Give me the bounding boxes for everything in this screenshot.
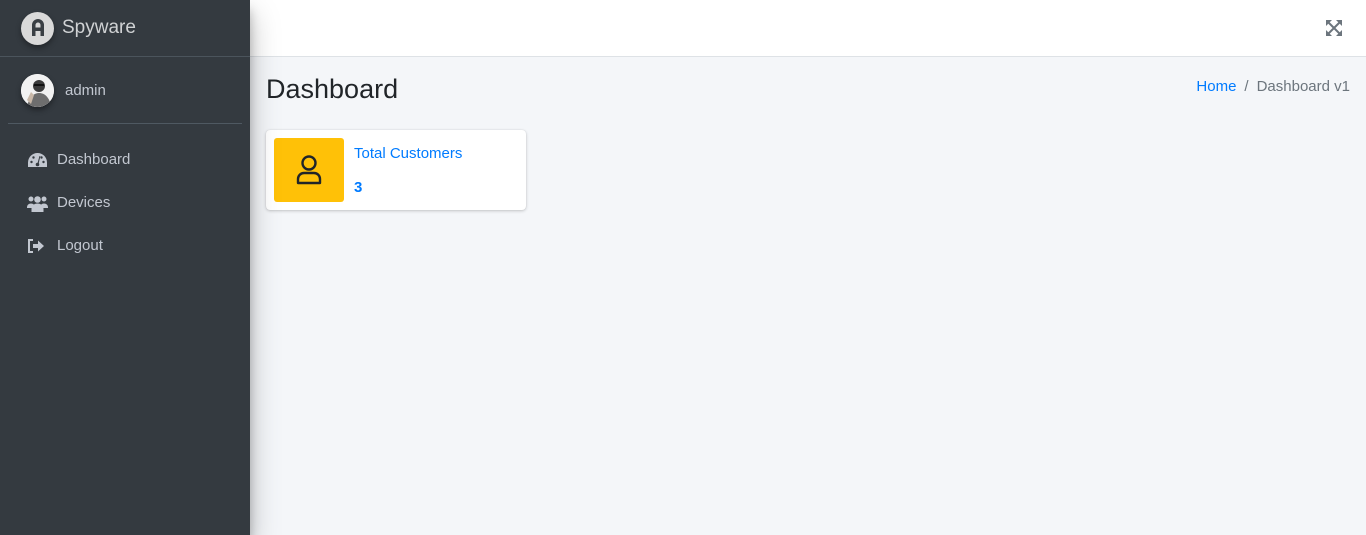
page-title: Dashboard: [266, 74, 399, 104]
users-icon: [27, 194, 49, 212]
breadcrumb-current: Dashboard v1: [1256, 78, 1350, 95]
user-avatar[interactable]: [21, 73, 54, 107]
brand-logo-icon: [21, 11, 54, 45]
sidebar: Spyware admin Dashboard Devices Logout: [0, 0, 250, 535]
sidebar-nav: Dashboard Devices Logout: [0, 138, 250, 267]
sidebar-item-dashboard[interactable]: Dashboard: [8, 138, 242, 181]
user-icon: [274, 138, 344, 202]
tachometer-icon: [27, 151, 49, 169]
info-box-label[interactable]: Total Customers: [354, 145, 462, 162]
sidebar-item-label: Dashboard: [57, 151, 131, 168]
top-navbar: [250, 0, 1366, 57]
sidebar-item-devices[interactable]: Devices: [8, 181, 242, 224]
sidebar-item-label: Logout: [57, 237, 103, 254]
user-panel: admin: [8, 57, 242, 124]
user-name[interactable]: admin: [65, 82, 106, 99]
breadcrumb-home-link[interactable]: Home: [1196, 78, 1236, 95]
breadcrumb: Home / Dashboard v1: [1196, 78, 1350, 95]
brand-name: Spyware: [62, 17, 136, 38]
sign-out-icon: [27, 237, 49, 255]
total-customers-info-box[interactable]: Total Customers 3: [266, 130, 526, 210]
sidebar-item-label: Devices: [57, 194, 111, 211]
content-wrapper: Dashboard Home / Dashboard v1 Total Cust…: [250, 57, 1366, 535]
info-box-value: 3: [354, 179, 363, 196]
breadcrumb-separator: /: [1244, 78, 1249, 95]
expand-arrows-icon[interactable]: [1326, 20, 1342, 36]
brand-link[interactable]: Spyware: [0, 0, 250, 57]
sidebar-item-logout[interactable]: Logout: [8, 224, 242, 267]
